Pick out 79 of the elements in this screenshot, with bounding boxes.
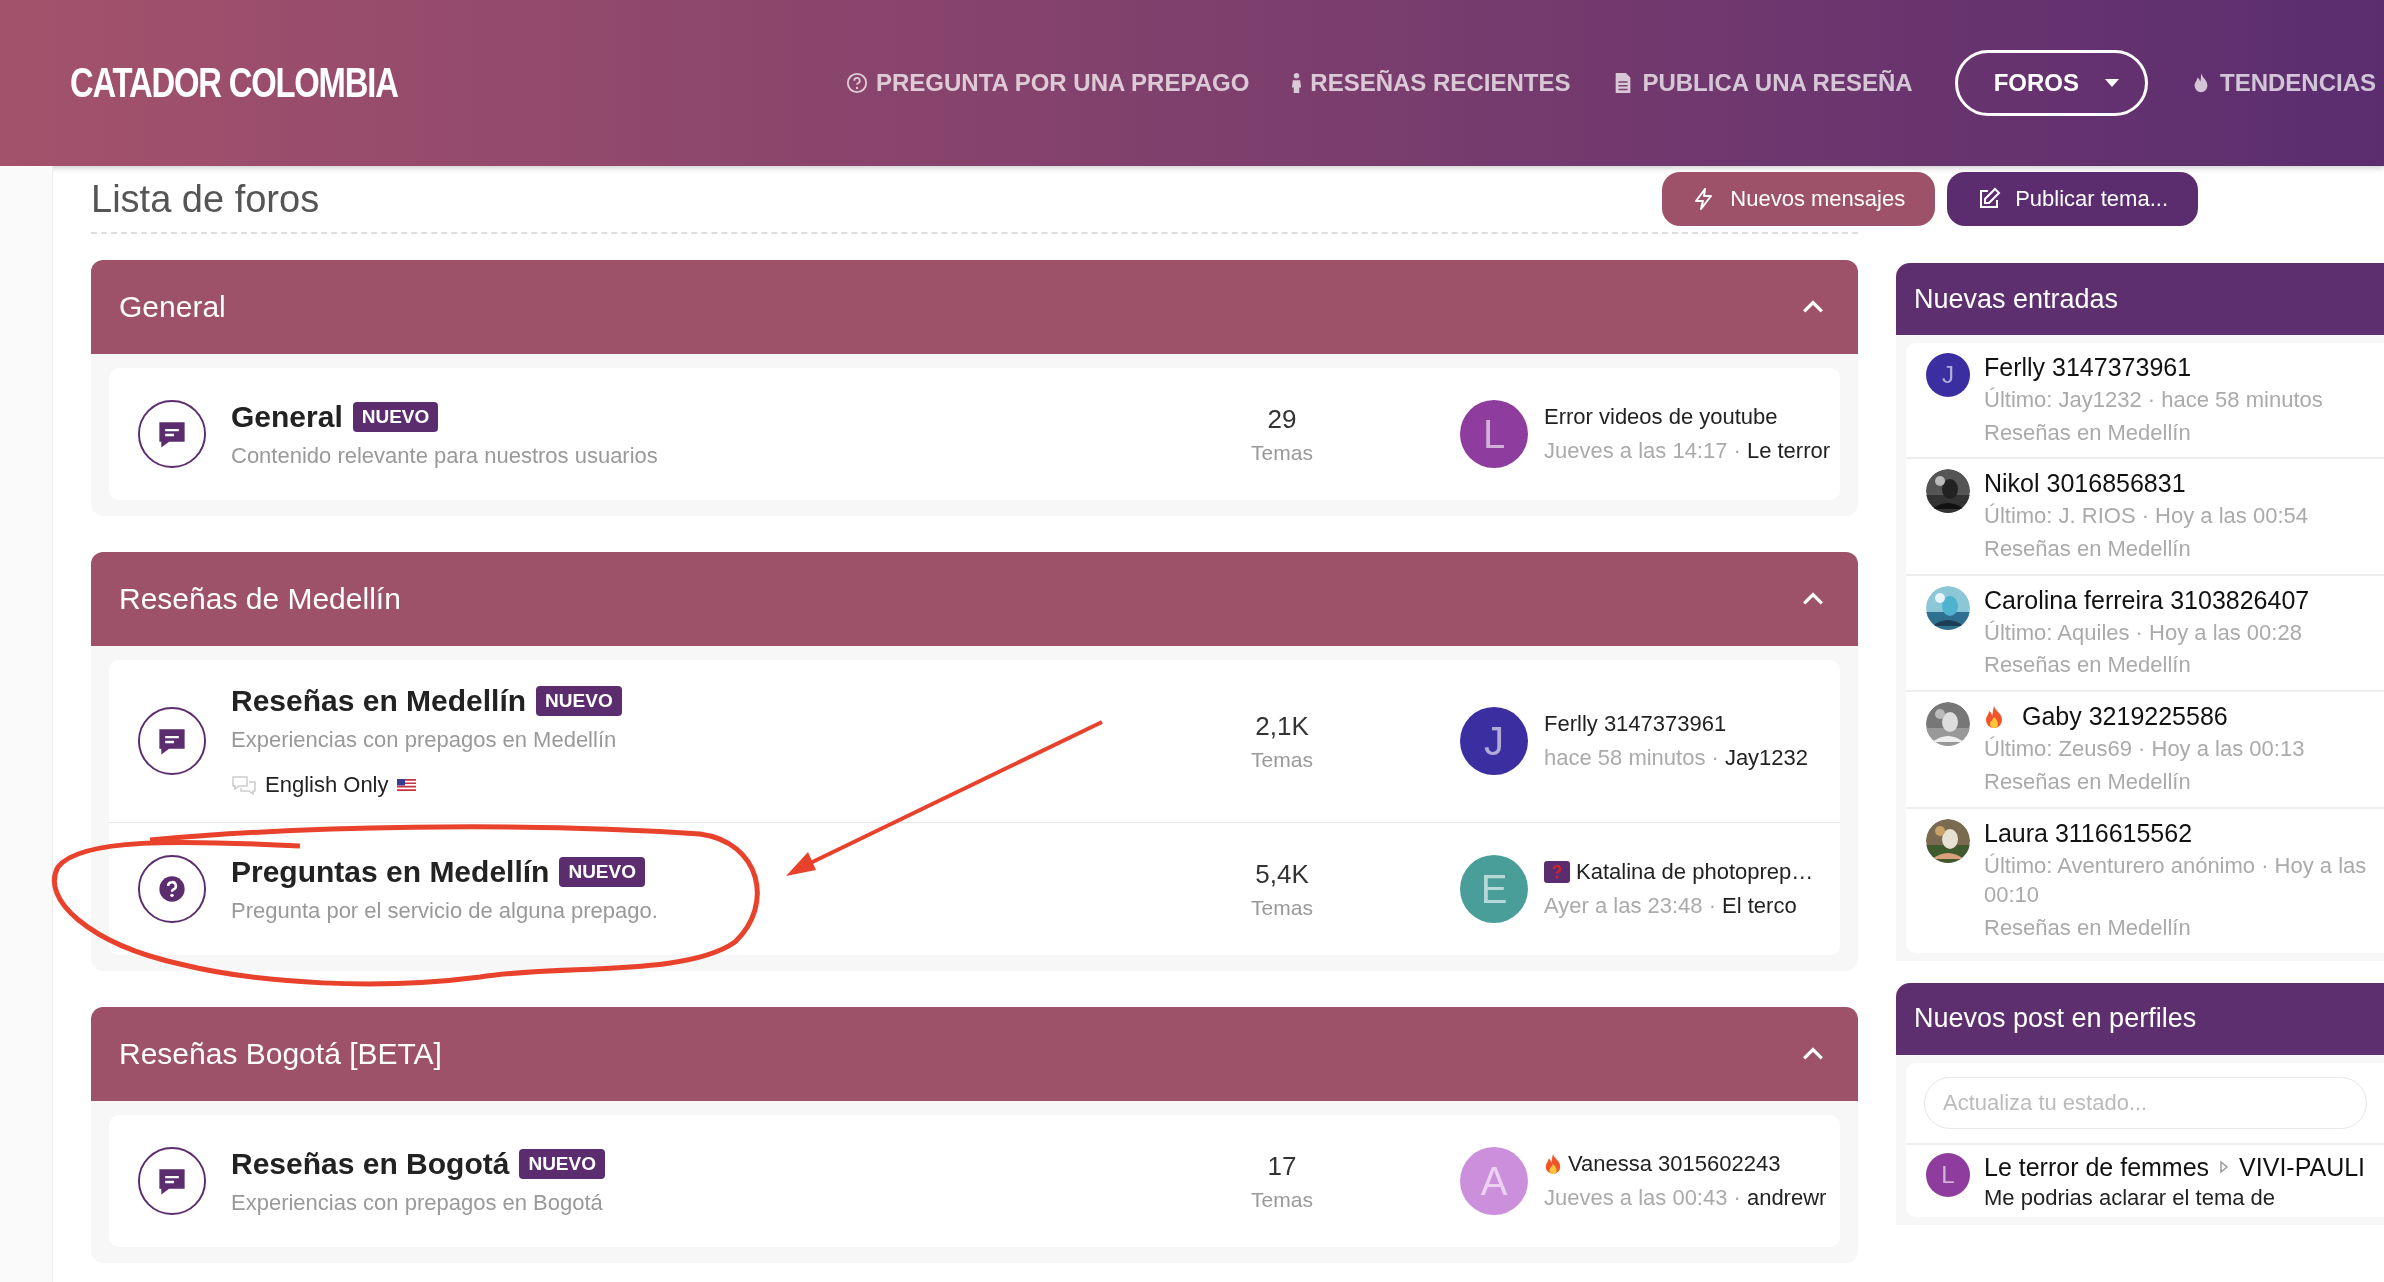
thread-meta: Último: J. RIOS · Hoy a las 00:54	[1984, 502, 2309, 531]
new-badge: NUEVO	[536, 686, 622, 716]
post-author[interactable]: Le terror de femmes	[1984, 1152, 2210, 1182]
thread-count: 2,1K	[1255, 710, 1309, 742]
category-title[interactable]: General	[119, 290, 226, 324]
category-title[interactable]: Reseñas de Medellín	[119, 582, 401, 616]
user-avatar[interactable]: J	[1460, 707, 1528, 775]
last-post-time: Ayer a las 23:48 ·	[1544, 893, 1717, 919]
forum-title[interactable]: Preguntas en Medellín	[231, 854, 550, 889]
page-title: Lista de foros	[91, 177, 320, 221]
nav-link[interactable]: FOROS	[1954, 50, 2148, 116]
forum-title[interactable]: General	[231, 399, 343, 434]
question-icon	[846, 72, 868, 94]
post-thread-button[interactable]: Publicar tema...	[1947, 172, 2198, 226]
thread-meta: Último: Aquiles · Hoy a las 00:28	[1984, 618, 2303, 647]
chat-bubble-icon	[137, 1146, 207, 1216]
chevron-up-icon	[1802, 1047, 1824, 1061]
fire-icon	[1544, 1153, 1562, 1175]
last-post-time: Jueves a las 00:43 ·	[1544, 1185, 1741, 1211]
thread-title[interactable]: Gaby 3219225586	[2022, 702, 2228, 732]
thread-title[interactable]: Carolina ferreira 3103826407	[1984, 585, 2310, 615]
thread-title[interactable]: Ferlly 3147373961	[1984, 353, 2192, 382]
last-post-user[interactable]: Le terror	[1746, 438, 1831, 464]
fire-icon	[1984, 704, 2004, 729]
thread-count-label: Temas	[1251, 440, 1313, 465]
chat-bubble-icon	[137, 399, 207, 469]
thread-title[interactable]: Nikol 3016856831	[1984, 469, 2186, 499]
last-post-user[interactable]: Jay1232	[1724, 745, 1809, 771]
site-logo[interactable]: CATADOR COLOMBIA	[70, 59, 398, 107]
question-badge-icon	[1544, 861, 1570, 883]
nav-link[interactable]: TENDENCIAS	[2190, 69, 2376, 97]
forum-description: Contenido relevante para nuestros usuarios	[231, 442, 659, 469]
last-post-user[interactable]: andrewr	[1746, 1185, 1827, 1211]
widget-title: Nuevas entradas	[1914, 283, 2119, 315]
edit-icon	[1977, 187, 2002, 211]
question-icon	[137, 854, 207, 924]
new-badge: NUEVO	[352, 401, 439, 432]
thread-meta: Último: Jay1232 · hace 58 minutos	[1984, 386, 2324, 414]
thread-meta: Último: Zeus69 · Hoy a las 00:13	[1984, 735, 2306, 764]
category-title[interactable]: Reseñas Bogotá [BETA]	[119, 1037, 442, 1071]
forum-title[interactable]: Reseñas en Medellín	[231, 684, 527, 718]
new-posts-button[interactable]: Nuevos mensajes	[1662, 172, 1936, 226]
last-post-title[interactable]: Vanessa 3015602243	[1568, 1151, 1781, 1177]
thread-count-label: Temas	[1251, 747, 1313, 772]
last-post-title[interactable]: Katalina de photoprep…	[1576, 859, 1814, 885]
new-badge: NUEVO	[519, 1148, 605, 1179]
subforum-link[interactable]: English Only	[265, 772, 389, 798]
forum-description: Experiencias con prepagos en Medellín	[231, 727, 618, 753]
last-post-time: hace 58 minutos ·	[1544, 745, 1719, 771]
thread-count: 29	[1267, 403, 1297, 435]
post-text: Me podrias aclarar el tema de	[1984, 1184, 2277, 1211]
last-post-time: Jueves a las 14:17 ·	[1544, 438, 1741, 464]
chevron-up-icon	[1802, 592, 1824, 606]
nav-link[interactable]: RESEÑAS RECIENTES	[1291, 69, 1571, 97]
thread-count: 5,4K	[1255, 858, 1309, 890]
widget-title: Nuevos post en perfiles	[1914, 1003, 2197, 1035]
last-post-title[interactable]: Error videos de youtube	[1544, 404, 1778, 430]
nav-link[interactable]: PREGUNTA POR UNA PREPAGO	[846, 69, 1250, 97]
new-badge: NUEVO	[559, 856, 645, 887]
person-icon	[1291, 72, 1303, 94]
thread-meta: Último: Aventurero anónimo · Hoy a las 00:10	[1984, 851, 2368, 910]
nav-link[interactable]: PUBLICA UNA RESEÑA	[1612, 69, 1913, 97]
chat-bubble-icon	[137, 706, 207, 776]
forum-description: Pregunta por el servicio de alguna prepago.	[231, 897, 659, 924]
thread-title[interactable]: Laura 3116615562	[1984, 818, 2193, 848]
last-post-title[interactable]: Ferlly 3147373961	[1544, 711, 1727, 737]
chat-bubbles-icon	[231, 775, 257, 795]
last-post-user[interactable]: El terco	[1722, 893, 1797, 919]
forum-description: Experiencias con prepagos en Bogotá	[231, 1189, 604, 1216]
triangle-icon	[2219, 1160, 2230, 1175]
post-target[interactable]: VIVI-PAULI	[2239, 1152, 2366, 1182]
thread-count-label: Temas	[1251, 1187, 1313, 1212]
thread-count-label: Temas	[1251, 895, 1313, 920]
user-avatar[interactable]: J	[1926, 353, 1970, 397]
flag-icon	[396, 779, 416, 791]
status-field[interactable]: Actualiza tu estado...	[1924, 1076, 2367, 1129]
forum-title[interactable]: Reseñas en Bogotá	[231, 1146, 510, 1181]
chevron-up-icon	[1802, 300, 1824, 314]
thread-count: 17	[1267, 1150, 1297, 1182]
